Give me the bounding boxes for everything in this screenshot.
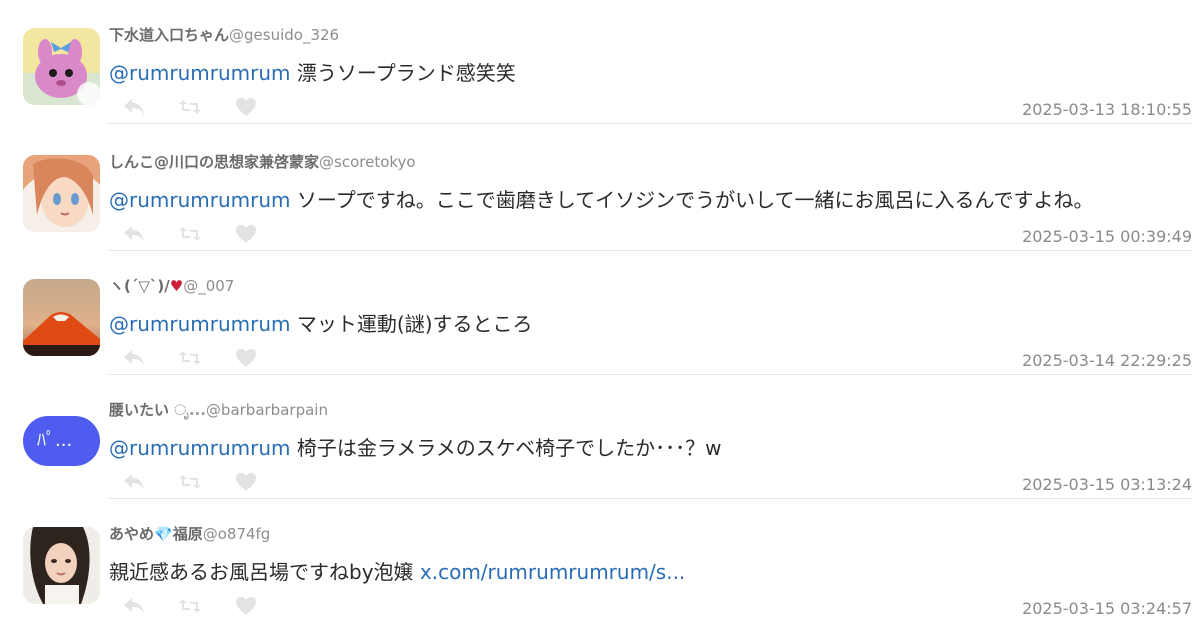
timestamp[interactable]: 2025-03-15 00:39:49 (1022, 227, 1192, 247)
like-button[interactable] (232, 96, 260, 118)
reply-icon (124, 474, 144, 490)
retweet-icon (179, 100, 201, 114)
avatar[interactable] (23, 279, 100, 356)
avatar-image (23, 155, 100, 232)
reply-button[interactable] (120, 595, 148, 617)
like-icon (236, 225, 256, 243)
reply-actions (120, 96, 288, 118)
like-button[interactable] (232, 595, 260, 617)
user-handle[interactable]: @_007 (183, 277, 234, 295)
reply-icon (124, 99, 144, 115)
reply-body: 椅子は金ラメラメのスケベ椅子でしたか･･･？w (290, 436, 722, 460)
reply-icon (124, 226, 144, 242)
reply-item: ﾊﾟ... 腰いたい ೃ...@barbarbarpain @rumrumrum… (0, 375, 1200, 499)
timestamp[interactable]: 2025-03-15 03:13:24 (1022, 475, 1192, 495)
reply-meta: 腰いたい ೃ...@barbarbarpain (109, 400, 328, 420)
reply-actions (120, 223, 288, 245)
like-button[interactable] (232, 471, 260, 493)
avatar[interactable] (23, 28, 100, 105)
avatar[interactable] (23, 155, 100, 232)
like-icon (236, 98, 256, 116)
heart-emoji: ♥ (169, 277, 184, 295)
reply-body: マット運動(謎)するところ (290, 312, 533, 336)
like-icon (236, 473, 256, 491)
reply-item: しんこ@川口の思想家兼啓蒙家@scoretokyo @rumrumrumrum … (0, 127, 1200, 251)
display-name[interactable]: しんこ@川口の思想家兼啓蒙家 (109, 153, 319, 171)
retweet-button[interactable] (176, 223, 204, 245)
reply-body: 親近感あるお風呂場ですねby泡嬢 (109, 560, 420, 584)
reply-item: ヽ(´▽`)/♥@_007 @rumrumrumrum マット運動(謎)するとこ… (0, 251, 1200, 375)
display-name[interactable]: ヽ(´▽`)/ (109, 277, 170, 295)
like-button[interactable] (232, 223, 260, 245)
retweet-button[interactable] (176, 96, 204, 118)
reply-meta: あやめ💎福原@o874fg (109, 524, 270, 544)
reply-text: @rumrumrumrum 漂うソープランド感笑笑 (109, 58, 516, 88)
reply-feed: 下水道入口ちゃん@gesuido_326 @rumrumrumrum 漂うソープ… (0, 0, 1200, 627)
retweet-icon (179, 227, 201, 241)
reply-item: 下水道入口ちゃん@gesuido_326 @rumrumrumrum 漂うソープ… (0, 0, 1200, 124)
user-handle[interactable]: @o874fg (203, 525, 271, 543)
reply-text: 親近感あるお風呂場ですねby泡嬢 x.com/rumrumrumrum/s... (109, 557, 685, 587)
reply-actions (120, 471, 288, 493)
user-handle[interactable]: @gesuido_326 (229, 26, 339, 44)
retweet-button[interactable] (176, 471, 204, 493)
reply-button[interactable] (120, 223, 148, 245)
reply-button[interactable] (120, 96, 148, 118)
retweet-icon (179, 475, 201, 489)
avatar[interactable] (23, 527, 100, 604)
display-name-suffix: ೃ... (169, 401, 206, 419)
reply-text: @rumrumrumrum 椅子は金ラメラメのスケベ椅子でしたか･･･？w (109, 433, 721, 463)
timestamp[interactable]: 2025-03-15 03:24:57 (1022, 599, 1192, 619)
retweet-button[interactable] (176, 347, 204, 369)
reply-button[interactable] (120, 471, 148, 493)
avatar-image (23, 28, 100, 105)
avatar-image (23, 527, 100, 604)
timestamp[interactable]: 2025-03-14 22:29:25 (1022, 351, 1192, 371)
reply-meta: 下水道入口ちゃん@gesuido_326 (109, 25, 339, 45)
reply-body: ソープですね。ここで歯磨きしてイソジンでうがいして一緒にお風呂に入るんですよね。 (290, 188, 1094, 212)
reply-meta: ヽ(´▽`)/♥@_007 (109, 276, 234, 296)
avatar-image (23, 279, 100, 356)
like-icon (236, 597, 256, 615)
reply-actions (120, 347, 288, 369)
display-name[interactable]: あやめ (109, 525, 154, 543)
mention-link[interactable]: @rumrumrumrum (109, 61, 291, 85)
retweet-icon (179, 351, 201, 365)
diamond-emoji: 💎 (154, 525, 173, 543)
tweet-link[interactable]: x.com/rumrumrumrum/s... (420, 560, 685, 584)
mention-link[interactable]: @rumrumrumrum (109, 312, 291, 336)
like-icon (236, 349, 256, 367)
display-name[interactable]: 腰いたい (109, 401, 169, 419)
like-button[interactable] (232, 347, 260, 369)
reply-text: @rumrumrumrum マット運動(謎)するところ (109, 309, 533, 339)
reply-body: 漂うソープランド感笑笑 (290, 61, 516, 85)
avatar[interactable]: ﾊﾟ... (23, 416, 100, 466)
user-handle[interactable]: @scoretokyo (319, 153, 416, 171)
display-name-suffix: 福原 (172, 525, 203, 543)
timestamp[interactable]: 2025-03-13 18:10:55 (1022, 100, 1192, 120)
retweet-icon (179, 599, 201, 613)
retweet-button[interactable] (176, 595, 204, 617)
reply-actions (120, 595, 288, 617)
reply-button[interactable] (120, 347, 148, 369)
reply-text: @rumrumrumrum ソープですね。ここで歯磨きしてイソジンでうがいして一… (109, 185, 1094, 215)
reply-item: あやめ💎福原@o874fg 親近感あるお風呂場ですねby泡嬢 x.com/rum… (0, 499, 1200, 623)
reply-icon (124, 598, 144, 614)
avatar-label: ﾊﾟ... (37, 430, 73, 451)
reply-meta: しんこ@川口の思想家兼啓蒙家@scoretokyo (109, 152, 416, 172)
reply-icon (124, 350, 144, 366)
mention-link[interactable]: @rumrumrumrum (109, 436, 291, 460)
display-name[interactable]: 下水道入口ちゃん (109, 26, 229, 44)
user-handle[interactable]: @barbarbarpain (206, 401, 328, 419)
mention-link[interactable]: @rumrumrumrum (109, 188, 291, 212)
